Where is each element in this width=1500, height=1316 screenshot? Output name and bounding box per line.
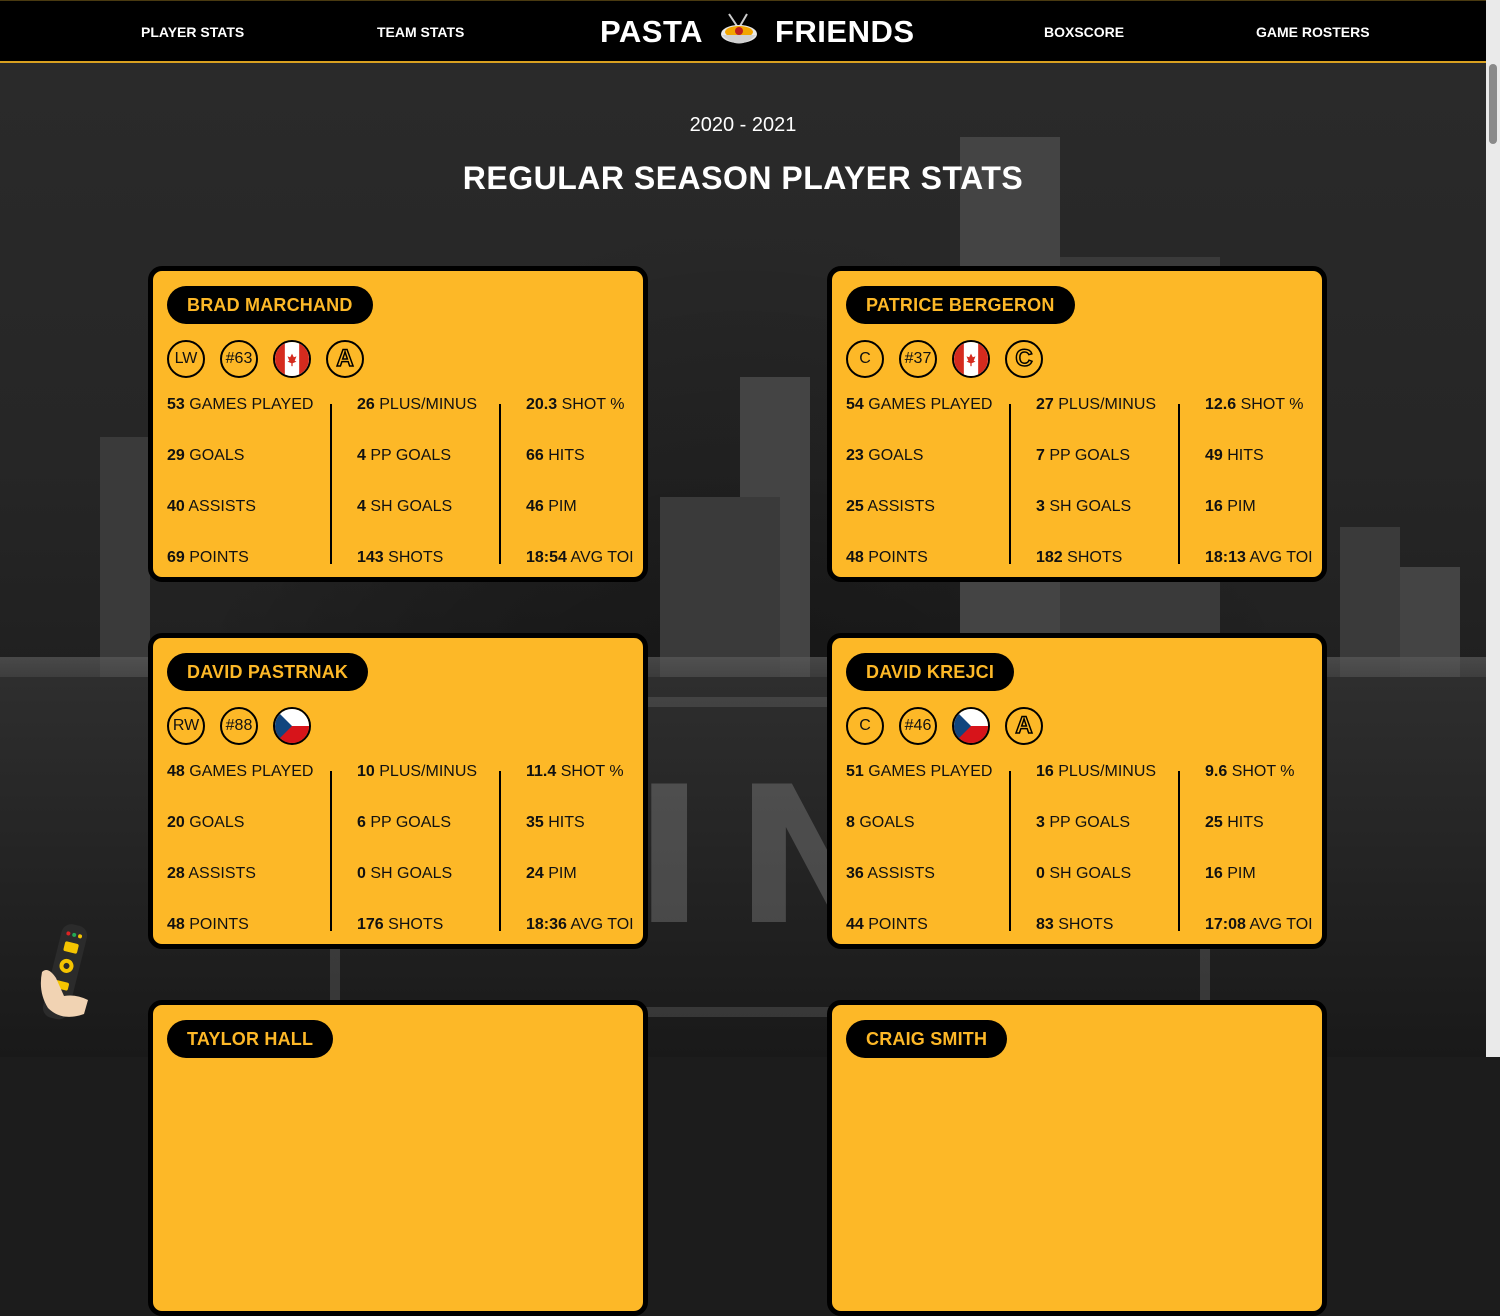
column-divider [330,404,332,564]
stat-assists: 28 ASSISTS [167,865,256,882]
brand-left-text: PASTA [600,14,703,49]
stat-sh-goals: 4 SH GOALS [357,498,453,515]
stat-plus-minus: 16 PLUS/MINUS [1036,763,1157,780]
stat-games-played: 53 GAMES PLAYED [167,396,314,413]
season-label: 2020 - 2021 [689,114,797,136]
alternate-captain-badge: A [1005,707,1043,745]
column-divider [499,404,501,564]
player-card: PATRICE BERGERON C #37 C 54 GAMES PLAYED… [827,266,1327,582]
top-nav-bar: PLAYER STATS TEAM STATS PASTA FRIENDS BO… [0,0,1486,63]
player-card: DAVID KREJCI C #46 A 51 GAMES PLAYED 8 G… [827,633,1327,949]
captain-badge: C [1005,340,1043,378]
number-badge: #88 [220,707,258,745]
stat-hits: 49 HITS [1205,447,1264,464]
page-scrollbar[interactable] [1486,0,1500,1057]
player-name[interactable]: DAVID KREJCI [846,653,1015,691]
position-badge: RW [167,707,205,745]
position-badge: C [846,340,884,378]
stat-goals: 8 GOALS [846,814,915,831]
stat-assists: 36 ASSISTS [846,865,935,882]
stat-pp-goals: 4 PP GOALS [357,447,451,464]
stat-pp-goals: 7 PP GOALS [1036,447,1130,464]
column-divider [499,771,501,931]
stat-shot-percent: 11.4 SHOT % [526,763,624,780]
nav-boxscore[interactable]: BOXSCORE [1044,1,1124,61]
nav-team-stats[interactable]: TEAM STATS [377,1,464,61]
canada-flag-icon [273,340,311,378]
column-divider [1009,771,1011,931]
stat-pim: 16 PIM [1205,498,1256,515]
nav-game-rosters[interactable]: GAME ROSTERS [1256,1,1370,61]
stat-plus-minus: 27 PLUS/MINUS [1036,396,1157,413]
stat-goals: 29 GOALS [167,447,245,464]
stat-pim: 24 PIM [526,865,577,882]
stat-shots: 176 SHOTS [357,916,444,933]
column-divider [1178,404,1180,564]
stat-pim: 16 PIM [1205,865,1256,882]
stat-hits: 66 HITS [526,447,585,464]
stat-sh-goals: 3 SH GOALS [1036,498,1132,515]
czech-flag-icon [952,707,990,745]
stat-games-played: 48 GAMES PLAYED [167,763,314,780]
stat-plus-minus: 26 PLUS/MINUS [357,396,478,413]
column-divider [1178,771,1180,931]
stat-assists: 40 ASSISTS [167,498,256,515]
stat-avg-toi: 17:08 AVG TOI [1205,916,1313,933]
stat-points: 69 POINTS [167,549,249,566]
column-divider [330,771,332,931]
czech-flag-icon [273,707,311,745]
stat-hits: 25 HITS [1205,814,1264,831]
stat-plus-minus: 10 PLUS/MINUS [357,763,478,780]
player-name[interactable]: BRAD MARCHAND [167,286,373,324]
player-name[interactable]: DAVID PASTRNAK [167,653,369,691]
stat-goals: 20 GOALS [167,814,245,831]
player-name[interactable]: CRAIG SMITH [846,1020,1008,1058]
stat-goals: 23 GOALS [846,447,924,464]
stat-avg-toi: 18:13 AVG TOI [1205,549,1313,566]
stat-avg-toi: 18:36 AVG TOI [526,916,634,933]
stat-shots: 83 SHOTS [1036,916,1114,933]
number-badge: #46 [899,707,937,745]
stat-points: 48 POINTS [846,549,928,566]
stat-sh-goals: 0 SH GOALS [1036,865,1132,882]
stat-avg-toi: 18:54 AVG TOI [526,549,634,566]
stat-shots: 143 SHOTS [357,549,444,566]
player-card: BRAD MARCHAND LW #63 A 53 GAMES PLAYED 2… [148,266,648,582]
stat-shot-percent: 20.3 SHOT % [526,396,625,413]
number-badge: #63 [220,340,258,378]
stat-pp-goals: 3 PP GOALS [1036,814,1130,831]
position-badge: LW [167,340,205,378]
stat-games-played: 51 GAMES PLAYED [846,763,993,780]
stat-shots: 182 SHOTS [1036,549,1123,566]
stat-shot-percent: 9.6 SHOT % [1205,763,1295,780]
stat-points: 48 POINTS [167,916,249,933]
canada-flag-icon [952,340,990,378]
scrollbar-thumb[interactable] [1489,64,1497,144]
stat-sh-goals: 0 SH GOALS [357,865,453,882]
remote-control-icon[interactable] [36,922,94,1026]
page-title: REGULAR SEASON PLAYER STATS [462,160,1024,196]
stat-pim: 46 PIM [526,498,577,515]
stat-pp-goals: 6 PP GOALS [357,814,451,831]
player-card: CRAIG SMITH [827,1000,1327,1316]
player-card: DAVID PASTRNAK RW #88 48 GAMES PLAYED 20… [148,633,648,949]
stat-games-played: 54 GAMES PLAYED [846,396,993,413]
number-badge: #37 [899,340,937,378]
stat-assists: 25 ASSISTS [846,498,935,515]
brand-right-text: FRIENDS [774,14,915,49]
player-name[interactable]: TAYLOR HALL [167,1020,334,1058]
position-badge: C [846,707,884,745]
pasta-bowl-icon [717,10,761,54]
column-divider [1009,404,1011,564]
player-name[interactable]: PATRICE BERGERON [846,286,1075,324]
player-card: TAYLOR HALL [148,1000,648,1316]
stat-points: 44 POINTS [846,916,928,933]
stat-shot-percent: 12.6 SHOT % [1205,396,1304,413]
stat-hits: 35 HITS [526,814,585,831]
alternate-captain-badge: A [326,340,364,378]
nav-player-stats[interactable]: PLAYER STATS [141,1,244,61]
brand-logo[interactable]: PASTA FRIENDS [600,9,915,55]
